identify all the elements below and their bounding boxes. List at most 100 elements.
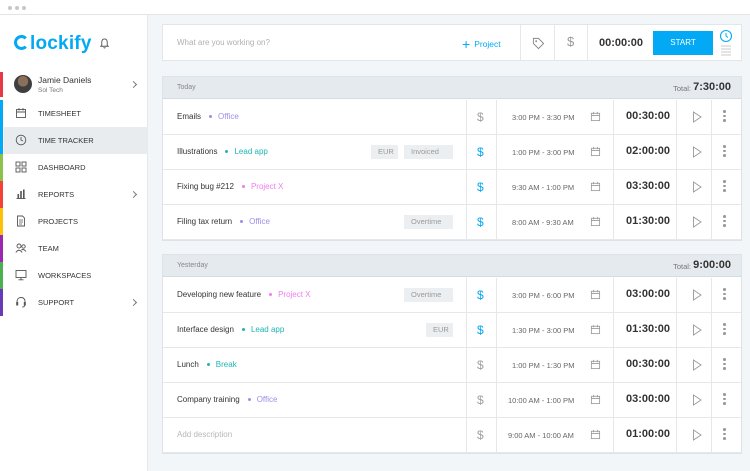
billable-dollar-icon[interactable]: $ bbox=[477, 215, 484, 229]
entry-project[interactable]: Lead app bbox=[234, 147, 267, 156]
play-icon[interactable] bbox=[692, 359, 702, 371]
sidebar-item-projects[interactable]: PROJECTS bbox=[4, 208, 148, 235]
entry-duration[interactable]: 03:00:00 bbox=[626, 288, 670, 300]
entry-time-range[interactable]: 9:30 AM - 1:00 PM bbox=[512, 183, 574, 192]
entry-description[interactable]: Lunch Break bbox=[177, 360, 237, 369]
time-entry-row[interactable]: Emails Office $3:00 PM - 3:30 PM 00:30:00 bbox=[163, 100, 741, 135]
tag-icon[interactable] bbox=[532, 37, 545, 50]
time-entry-row[interactable]: Filing tax return Office Overtime $8:00 AM … bbox=[163, 205, 741, 240]
entry-duration[interactable]: 00:30:00 bbox=[626, 358, 670, 370]
entry-description[interactable]: Illustrations Lead app bbox=[177, 147, 268, 156]
sidebar-item-time-tracker[interactable]: TIME TRACKER bbox=[4, 127, 148, 154]
time-entry-row[interactable]: Fixing bug #212 Project X $9:30 AM - 1:00 … bbox=[163, 170, 741, 205]
play-icon[interactable] bbox=[692, 181, 702, 193]
entry-description[interactable]: Company training Office bbox=[177, 395, 277, 404]
entry-description[interactable]: Emails Office bbox=[177, 112, 239, 121]
entry-duration[interactable]: 03:30:00 bbox=[626, 180, 670, 192]
entry-time-range[interactable]: 3:00 PM - 3:30 PM bbox=[512, 113, 575, 122]
app-logo[interactable]: lockify bbox=[14, 33, 92, 55]
tag-badge[interactable]: EUR bbox=[371, 145, 398, 159]
billable-dollar-icon[interactable]: $ bbox=[477, 393, 484, 407]
time-entry-row[interactable]: Illustrations Lead app Invoiced EUR $1:00 PM… bbox=[163, 135, 741, 170]
billable-dollar-icon[interactable]: $ bbox=[477, 110, 484, 124]
calendar-icon[interactable] bbox=[590, 429, 601, 440]
sidebar-item-reports[interactable]: REPORTS bbox=[4, 181, 148, 208]
entry-description[interactable]: Fixing bug #212 Project X bbox=[177, 182, 283, 191]
entry-time-range[interactable]: 10:00 AM - 1:00 PM bbox=[508, 396, 574, 405]
entry-project[interactable]: Lead app bbox=[251, 325, 284, 334]
more-options-icon[interactable] bbox=[723, 110, 726, 124]
play-icon[interactable] bbox=[692, 111, 702, 123]
time-entry-row[interactable]: Developing new feature Project X Overtime $… bbox=[163, 278, 741, 313]
billable-dollar-icon[interactable]: $ bbox=[477, 428, 484, 442]
calendar-icon[interactable] bbox=[590, 216, 601, 227]
billable-dollar-icon[interactable]: $ bbox=[477, 288, 484, 302]
timer-mode-toggle[interactable] bbox=[718, 29, 734, 57]
entry-description[interactable]: Developing new feature Project X bbox=[177, 290, 311, 299]
more-options-icon[interactable] bbox=[723, 215, 726, 229]
entry-duration[interactable]: 01:00:00 bbox=[626, 428, 670, 440]
calendar-icon[interactable] bbox=[590, 359, 601, 370]
play-icon[interactable] bbox=[692, 429, 702, 441]
entry-duration[interactable]: 03:00:00 bbox=[626, 393, 670, 405]
tag-badge[interactable]: Overtime bbox=[404, 288, 453, 302]
start-button[interactable]: START bbox=[653, 31, 713, 55]
sidebar-item-team[interactable]: TEAM bbox=[4, 235, 148, 262]
play-icon[interactable] bbox=[692, 146, 702, 158]
entry-time-range[interactable]: 1:00 PM - 3:00 PM bbox=[512, 148, 575, 157]
entry-time-range[interactable]: 8:00 AM - 9:30 AM bbox=[512, 218, 574, 227]
entry-description[interactable]: Add description bbox=[177, 430, 232, 439]
more-options-icon[interactable] bbox=[723, 323, 726, 337]
sidebar-item-timesheet[interactable]: TIMESHEET bbox=[4, 100, 148, 127]
entry-duration[interactable]: 00:30:00 bbox=[626, 110, 670, 122]
time-entry-row[interactable]: Add description $9:00 AM - 10:00 AM 01:00:… bbox=[163, 418, 741, 453]
tag-badge[interactable]: Overtime bbox=[404, 215, 453, 229]
calendar-icon[interactable] bbox=[590, 111, 601, 122]
sidebar-item-dashboard[interactable]: DASHBOARD bbox=[4, 154, 148, 181]
user-switcher[interactable]: Jamie Daniels Sol Tech bbox=[4, 72, 148, 100]
bell-icon[interactable] bbox=[99, 38, 110, 49]
entry-time-range[interactable]: 1:00 PM - 1:30 PM bbox=[512, 361, 575, 370]
entry-project[interactable]: Project X bbox=[278, 290, 310, 299]
dollar-icon[interactable]: $ bbox=[567, 34, 574, 49]
entry-time-range[interactable]: 3:00 PM - 6:00 PM bbox=[512, 291, 575, 300]
calendar-icon[interactable] bbox=[590, 181, 601, 192]
calendar-icon[interactable] bbox=[590, 289, 601, 300]
time-entry-row[interactable]: Interface design Lead app EUR $1:30 PM - 3:… bbox=[163, 313, 741, 348]
play-icon[interactable] bbox=[692, 394, 702, 406]
calendar-icon[interactable] bbox=[590, 146, 601, 157]
time-entry-row[interactable]: Company training Office $10:00 AM - 1:00 P… bbox=[163, 383, 741, 418]
tag-badge[interactable]: Invoiced bbox=[404, 145, 453, 159]
more-options-icon[interactable] bbox=[723, 145, 726, 159]
tag-badge[interactable]: EUR bbox=[426, 323, 453, 337]
play-icon[interactable] bbox=[692, 216, 702, 228]
entry-project[interactable]: Office bbox=[249, 217, 270, 226]
play-icon[interactable] bbox=[692, 289, 702, 301]
billable-dollar-icon[interactable]: $ bbox=[477, 145, 484, 159]
entry-duration[interactable]: 02:00:00 bbox=[626, 145, 670, 157]
entry-description[interactable]: Interface design Lead app bbox=[177, 325, 284, 334]
entry-project[interactable]: Office bbox=[218, 112, 239, 121]
entry-project[interactable]: Office bbox=[257, 395, 278, 404]
more-options-icon[interactable] bbox=[723, 428, 726, 442]
entry-project[interactable]: Project X bbox=[251, 182, 283, 191]
entry-time-range[interactable]: 9:00 AM - 10:00 AM bbox=[508, 431, 574, 440]
entry-time-range[interactable]: 1:30 PM - 3:00 PM bbox=[512, 326, 575, 335]
sidebar-item-support[interactable]: SUPPORT bbox=[4, 289, 148, 316]
description-input[interactable]: What are you working on? bbox=[177, 38, 270, 47]
entry-description[interactable]: Filing tax return Office bbox=[177, 217, 270, 226]
play-icon[interactable] bbox=[692, 324, 702, 336]
calendar-icon[interactable] bbox=[590, 394, 601, 405]
entry-duration[interactable]: 01:30:00 bbox=[626, 323, 670, 335]
billable-dollar-icon[interactable]: $ bbox=[477, 358, 484, 372]
time-entry-row[interactable]: Lunch Break $1:00 PM - 1:30 PM 00:30:00 bbox=[163, 348, 741, 383]
billable-dollar-icon[interactable]: $ bbox=[477, 180, 484, 194]
billable-dollar-icon[interactable]: $ bbox=[477, 323, 484, 337]
sidebar-item-workspaces[interactable]: WORKSPACES bbox=[4, 262, 148, 289]
more-options-icon[interactable] bbox=[723, 288, 726, 302]
entry-project[interactable]: Break bbox=[216, 360, 237, 369]
project-picker[interactable]: + Project bbox=[462, 36, 501, 52]
calendar-icon[interactable] bbox=[590, 324, 601, 335]
more-options-icon[interactable] bbox=[723, 393, 726, 407]
more-options-icon[interactable] bbox=[723, 180, 726, 194]
